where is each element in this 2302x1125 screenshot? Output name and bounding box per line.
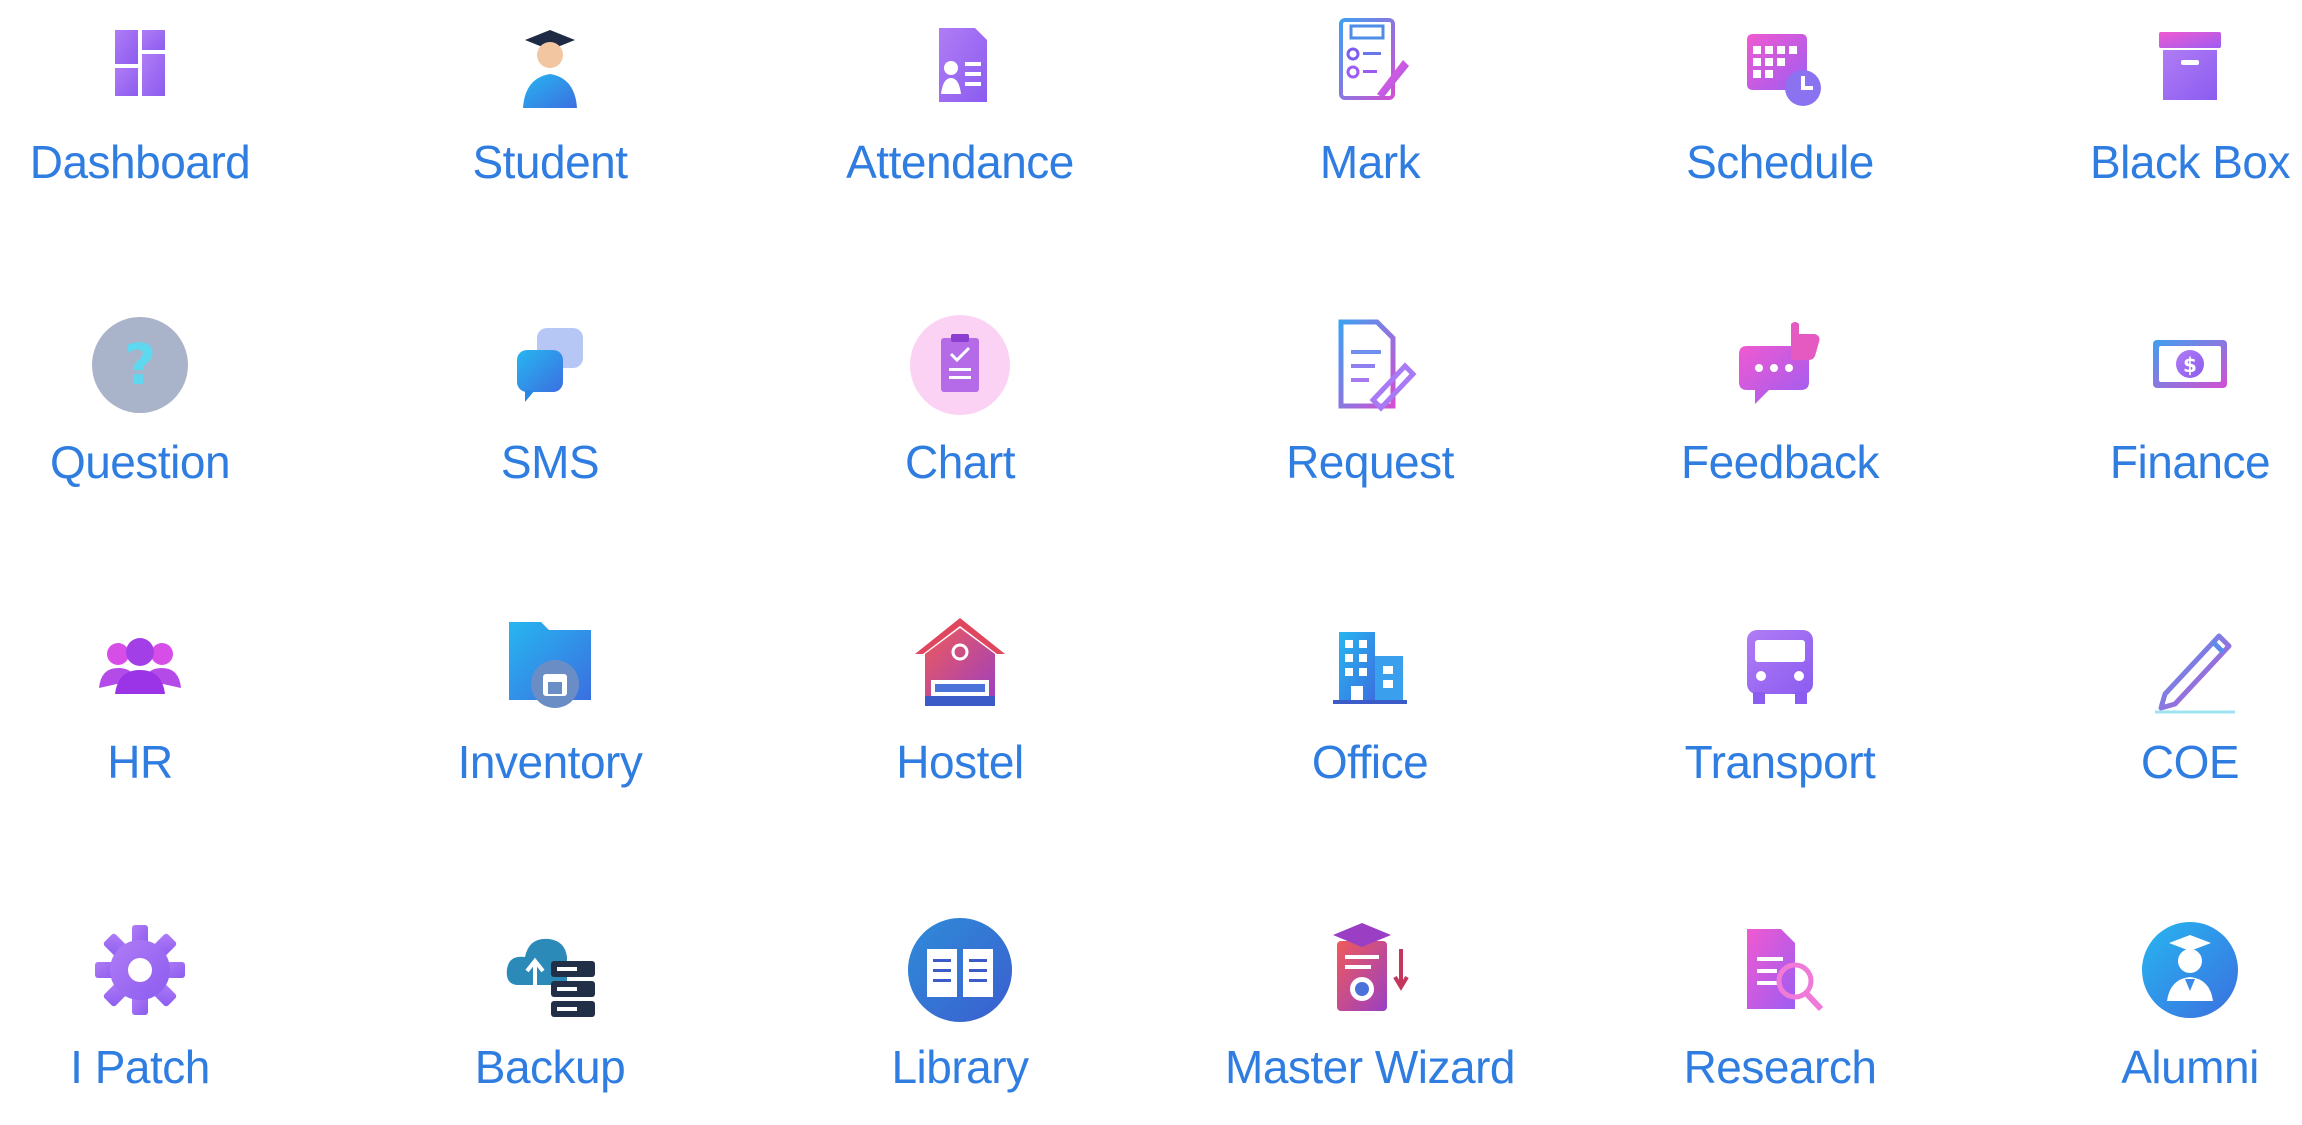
module-attendance[interactable]: Attendance	[770, 0, 1150, 220]
module-inventory[interactable]: Inventory	[360, 600, 740, 820]
module-black-box[interactable]: Black Box	[2000, 0, 2302, 220]
student-icon	[495, 10, 605, 120]
module-label: Office	[1311, 736, 1429, 788]
module-label: SMS	[500, 436, 600, 488]
module-label: Question	[49, 436, 231, 488]
svg-text:?: ?	[124, 333, 156, 398]
transport-icon	[1725, 610, 1835, 720]
module-student[interactable]: Student	[360, 0, 740, 220]
office-icon	[1315, 610, 1425, 720]
gear-icon	[85, 915, 195, 1025]
module-schedule[interactable]: Schedule	[1590, 0, 1970, 220]
hostel-icon	[905, 610, 1015, 720]
question-icon: ?	[85, 310, 195, 420]
module-label: I Patch	[70, 1041, 210, 1093]
module-label: Feedback	[1680, 436, 1880, 488]
hr-icon	[85, 610, 195, 720]
module-label: Inventory	[457, 736, 643, 788]
svg-text:$: $	[2183, 353, 2197, 377]
module-label: COE	[2140, 736, 2240, 788]
module-label: Hostel	[896, 736, 1024, 788]
module-label: Black Box	[2089, 136, 2291, 188]
module-label: Research	[1683, 1041, 1877, 1093]
feedback-icon	[1725, 310, 1835, 420]
chart-icon	[905, 310, 1015, 420]
module-chart[interactable]: Chart	[770, 300, 1150, 520]
black-box-icon	[2135, 10, 2245, 120]
module-label: Chart	[905, 436, 1015, 488]
coe-icon	[2135, 610, 2245, 720]
module-label: Alumni	[2121, 1041, 2259, 1093]
module-label: Dashboard	[29, 136, 251, 188]
module-label: Transport	[1684, 736, 1876, 788]
module-label: Backup	[474, 1041, 626, 1093]
module-label: Attendance	[846, 136, 1074, 188]
module-transport[interactable]: Transport	[1590, 600, 1970, 820]
inventory-icon	[495, 610, 605, 720]
module-label: Student	[472, 136, 628, 188]
module-label: Library	[891, 1041, 1029, 1093]
module-backup[interactable]: Backup	[360, 905, 740, 1125]
module-mark[interactable]: Mark	[1180, 0, 1560, 220]
module-dashboard[interactable]: Dashboard	[0, 0, 330, 220]
schedule-icon	[1725, 10, 1835, 120]
module-office[interactable]: Office	[1180, 600, 1560, 820]
module-label: Mark	[1319, 136, 1421, 188]
module-grid: Dashboard Student Attendance Mark Schedu…	[0, 0, 2302, 1093]
module-hostel[interactable]: Hostel	[770, 600, 1150, 820]
master-wizard-icon	[1315, 915, 1425, 1025]
module-alumni[interactable]: Alumni	[2000, 905, 2302, 1125]
module-sms[interactable]: SMS	[360, 300, 740, 520]
module-research[interactable]: Research	[1590, 905, 1970, 1125]
module-label: Master Wizard	[1225, 1041, 1515, 1093]
module-i-patch[interactable]: I Patch	[0, 905, 330, 1125]
finance-icon: $	[2135, 310, 2245, 420]
module-label: Request	[1286, 436, 1454, 488]
module-coe[interactable]: COE	[2000, 600, 2302, 820]
module-label: Schedule	[1686, 136, 1874, 188]
backup-icon	[495, 915, 605, 1025]
module-finance[interactable]: $ Finance	[2000, 300, 2302, 520]
sms-icon	[495, 310, 605, 420]
mark-icon	[1315, 10, 1425, 120]
alumni-icon	[2135, 915, 2245, 1025]
module-feedback[interactable]: Feedback	[1590, 300, 1970, 520]
library-icon	[905, 915, 1015, 1025]
module-library[interactable]: Library	[770, 905, 1150, 1125]
module-label: Finance	[2109, 436, 2271, 488]
module-master-wizard[interactable]: Master Wizard	[1180, 905, 1560, 1125]
research-icon	[1725, 915, 1835, 1025]
dashboard-icon	[85, 10, 195, 120]
module-request[interactable]: Request	[1180, 300, 1560, 520]
attendance-icon	[905, 10, 1015, 120]
module-question[interactable]: ? Question	[0, 300, 330, 520]
module-label: HR	[107, 736, 173, 788]
module-hr[interactable]: HR	[0, 600, 330, 820]
request-icon	[1315, 310, 1425, 420]
